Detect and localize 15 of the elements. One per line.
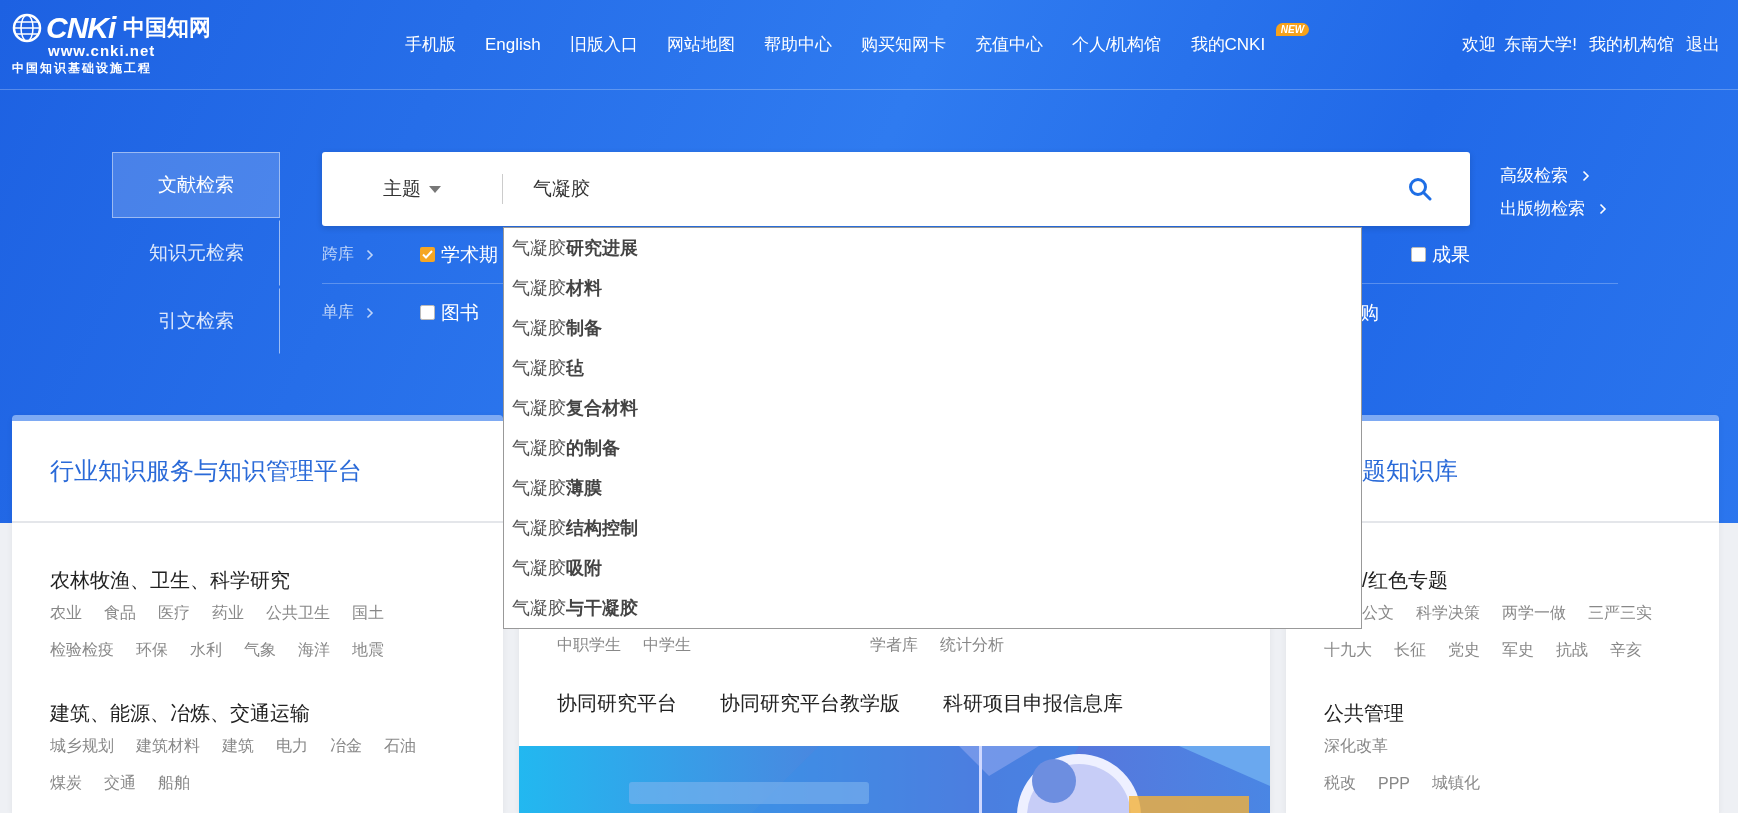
section-title: 农林牧渔、卫生、科学研究	[50, 568, 291, 593]
card-title: 行业知识服务与知识管理平台	[50, 456, 362, 486]
logo-name: 中国知网	[123, 13, 212, 42]
database-label: 跨库	[322, 244, 420, 265]
logo-url: www.cnki.net	[48, 42, 157, 59]
new-badge: NEW	[1275, 23, 1310, 36]
database-label: 单库	[322, 302, 420, 323]
welcome-text: 欢迎	[1462, 35, 1497, 54]
section-title: /红色专题	[1361, 568, 1449, 593]
school-name: 东南大学!	[1504, 35, 1577, 54]
logo-slogan: 中国知识基础设施工程	[12, 59, 153, 77]
section-title: 建筑、能源、冶炼、交通运输	[50, 701, 311, 726]
logo-mark: CNKi	[46, 12, 116, 43]
section-title: 公共管理	[1324, 701, 1405, 726]
card-title: 题知识库	[1362, 456, 1458, 486]
